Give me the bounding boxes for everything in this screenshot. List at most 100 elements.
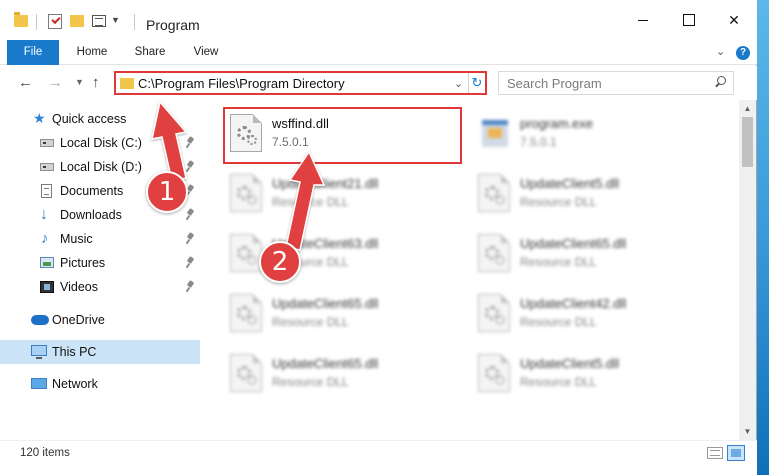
dll-file-icon [230,294,262,332]
file-tile[interactable]: UpdateClient5.dll Resource DLL [472,348,702,402]
file-name: program.exe [520,116,593,131]
exe-file-icon [478,114,512,148]
recent-locations-icon[interactable]: ▼ [75,77,84,87]
minimize-button[interactable] [620,0,666,40]
nav-item-label: Local Disk (D:) [60,160,142,174]
forward-arrow-icon[interactable]: → [48,74,63,91]
nav-item-quick-access[interactable]: ★ Quick access [0,107,200,131]
file-type: Resource DLL [272,315,349,329]
step-marker-1: 1 [146,171,188,213]
properties-icon[interactable] [92,15,106,27]
nav-item-videos[interactable]: Videos [0,275,200,299]
nav-item-label: Documents [60,184,124,198]
this-pc-icon [31,345,47,359]
file-tile[interactable]: UpdateClient65.dll Resource DLL [472,228,702,282]
navigation-bar: ← → ▼ ↑ C:\Program Files\Program Directo… [0,66,757,100]
nav-item-onedrive[interactable]: OneDrive [0,308,200,332]
address-bar[interactable]: C:\Program Files\Program Directory ⌄ ↻ [114,71,487,95]
nav-item-local-disk-c[interactable]: Local Disk (C:) [0,131,200,155]
window-title: Program [146,17,200,33]
music-icon: ♪ [41,230,49,247]
desktop-background [757,0,769,475]
toolbar-separator [134,14,135,30]
help-icon[interactable]: ? [736,46,750,60]
file-type: Resource DLL [520,375,597,389]
status-bar: 120 items [0,440,757,475]
close-button[interactable]: ✕ [711,0,757,40]
file-version: 7.5.0.1 [520,135,557,149]
properties-check-icon[interactable] [48,14,62,29]
dll-file-icon [230,354,262,392]
tab-file[interactable]: File [7,40,59,65]
file-tile[interactable]: UpdateClient63.dll Resource DLL [224,228,454,282]
documents-icon [41,184,52,198]
file-tile[interactable]: UpdateClient21.dll Resource DLL [224,168,454,222]
file-type: Resource DLL [520,195,597,209]
item-count: 120 items [20,447,70,459]
up-arrow-icon[interactable]: ↑ [92,74,100,91]
address-path[interactable]: C:\Program Files\Program Directory [138,76,345,91]
file-type: Resource DLL [520,315,597,329]
pin-icon [186,137,195,148]
tab-home[interactable]: Home [68,40,116,65]
large-icons-view-icon[interactable] [727,445,745,461]
chevron-down-icon[interactable]: ⌄ [454,77,463,90]
file-name: UpdateClient5.dll [520,356,620,371]
dll-file-icon [478,294,510,332]
scroll-down-icon[interactable]: ▼ [739,423,756,440]
dll-file-icon [230,234,262,272]
nav-item-label: Pictures [60,256,106,270]
folder-icon [14,12,28,27]
ribbon-tabs: File Home Share View ⌄ ? [0,40,757,65]
scroll-thumb[interactable] [742,117,753,167]
nav-item-label: Downloads [60,208,122,222]
disk-icon [40,163,54,171]
file-tile-program-exe[interactable]: program.exe 7.5.0.1 [472,108,702,162]
file-explorer-window: ▼ Program ✕ File Home Share View ⌄ ? ← →… [0,0,757,475]
file-tile[interactable]: UpdateClient42.dll Resource DLL [472,288,702,342]
videos-icon [40,281,54,293]
nav-item-music[interactable]: ♪ Music [0,227,200,251]
network-icon [31,378,47,389]
nav-item-network[interactable]: Network [0,372,200,396]
tab-view[interactable]: View [182,40,230,65]
refresh-icon[interactable]: ↻ [468,73,485,93]
chevron-down-icon[interactable]: ▼ [111,15,120,25]
onedrive-icon [31,315,49,325]
nav-item-label: This PC [52,345,97,359]
pin-icon [186,233,195,244]
tab-share[interactable]: Share [126,40,174,65]
dll-file-icon [478,234,510,272]
navigation-pane: ★ Quick access Local Disk (C:) Local Dis… [0,100,200,440]
file-name: UpdateClient65.dll [272,356,379,371]
back-arrow-icon[interactable]: ← [18,74,33,91]
file-tile[interactable]: UpdateClient65.dll Resource DLL [224,288,454,342]
nav-item-label: OneDrive [52,313,105,327]
expand-ribbon-icon[interactable]: ⌄ [716,45,725,58]
file-type: Resource DLL [272,375,349,389]
nav-item-this-pc[interactable]: This PC [0,340,200,364]
pin-icon [186,257,195,268]
scroll-up-icon[interactable]: ▲ [739,100,756,117]
file-tile[interactable]: UpdateClient65.dll Resource DLL [224,348,454,402]
search-icon[interactable] [713,75,727,89]
dll-file-icon [230,174,262,212]
pin-icon [186,161,195,172]
nav-item-label: Network [52,377,98,391]
pin-icon [186,281,195,292]
search-input[interactable] [499,72,709,94]
nav-item-pictures[interactable]: Pictures [0,251,200,275]
file-name: UpdateClient21.dll [272,176,379,191]
new-folder-icon[interactable] [70,15,84,27]
search-box[interactable] [498,71,734,95]
file-type: Resource DLL [272,195,349,209]
disk-icon [40,139,54,147]
vertical-scrollbar[interactable]: ▲ ▼ [739,100,756,440]
file-tile[interactable]: UpdateClient5.dll Resource DLL [472,168,702,222]
maximize-button[interactable] [666,0,712,40]
details-view-icon[interactable] [707,447,723,459]
file-name: UpdateClient65.dll [520,236,627,251]
dll-file-icon [478,174,510,212]
title-bar: ▼ Program ✕ [0,0,757,40]
pictures-icon [40,257,54,268]
